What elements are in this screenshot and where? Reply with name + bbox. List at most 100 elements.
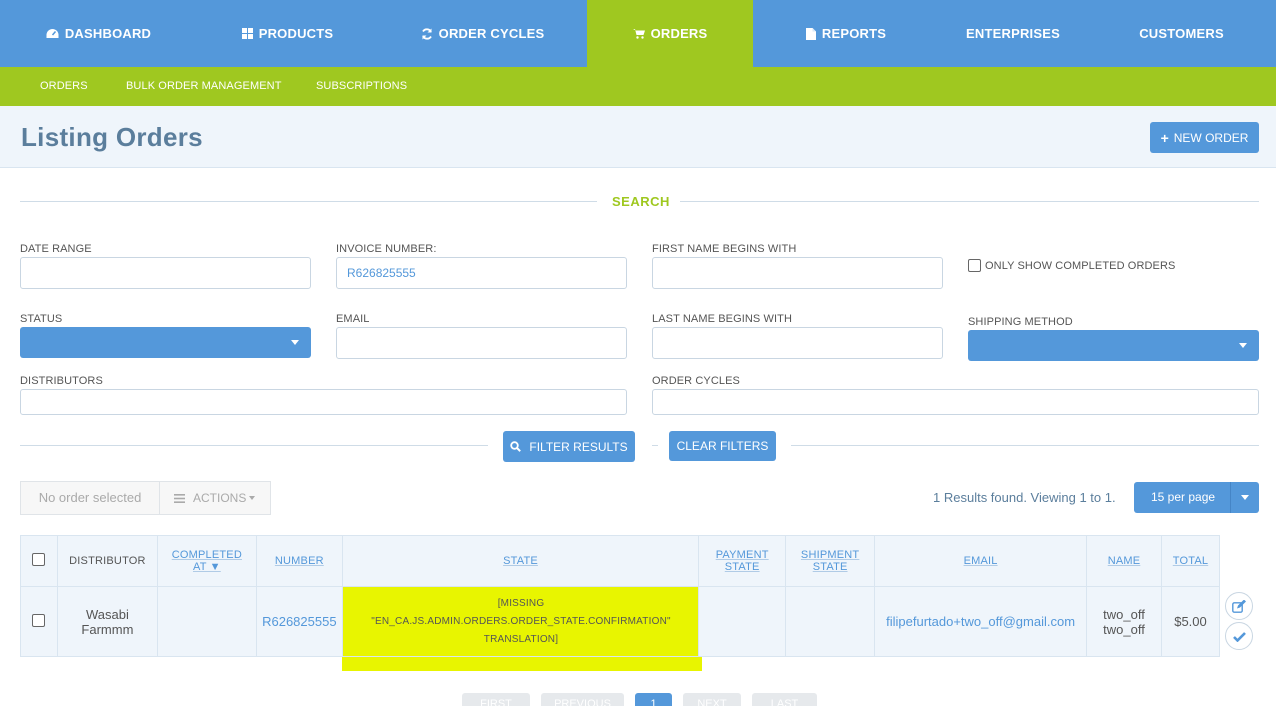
state-text: [MISSING "EN_CA.JS.ADMIN.ORDERS.ORDER_ST… bbox=[371, 598, 671, 645]
sub-nav: ORDERS BULK ORDER MANAGEMENT SUBSCRIPTIO… bbox=[0, 67, 1276, 106]
date-range-label: DATE RANGE bbox=[20, 243, 92, 255]
nav-orders-label: ORDERS bbox=[650, 26, 708, 41]
page-header: Listing Orders bbox=[0, 106, 1276, 168]
nav-enterprises[interactable]: ENTERPRISES bbox=[939, 0, 1087, 67]
cell-shipment-state bbox=[785, 586, 876, 657]
header-distributor: DISTRIBUTOR bbox=[56, 535, 158, 587]
new-order-button[interactable]: + NEW ORDER bbox=[1150, 122, 1259, 153]
status-select[interactable] bbox=[20, 327, 311, 358]
cell-total: $5.00 bbox=[1160, 586, 1221, 657]
only-completed-label: ONLY SHOW COMPLETED ORDERS bbox=[985, 260, 1176, 272]
last-name-input[interactable] bbox=[652, 327, 943, 359]
email-sort-link[interactable]: EMAIL bbox=[964, 555, 998, 567]
nav-order-cycles-label: ORDER CYCLES bbox=[438, 26, 545, 41]
cell-name: two_off two_off bbox=[1086, 586, 1162, 657]
filter-results-label: FILTER RESULTS bbox=[529, 439, 628, 454]
per-page-caret[interactable] bbox=[1230, 482, 1259, 513]
filter-divider-mid bbox=[652, 445, 658, 446]
cell-email[interactable]: filipefurtado+two_off@gmail.com bbox=[874, 586, 1088, 657]
subnav-subscriptions[interactable]: SUBSCRIPTIONS bbox=[316, 67, 407, 106]
search-divider-right bbox=[680, 201, 1259, 202]
edit-order-button[interactable] bbox=[1225, 592, 1253, 620]
filter-divider-right bbox=[791, 445, 1259, 446]
nav-reports-label: REPORTS bbox=[821, 26, 887, 41]
row-checkbox[interactable] bbox=[32, 613, 46, 627]
completed-at-sort-link[interactable]: COMPLETED AT ▼ bbox=[172, 549, 242, 573]
only-completed-checkbox[interactable] bbox=[968, 259, 981, 272]
nav-reports[interactable]: REPORTS bbox=[753, 0, 939, 67]
number-sort-link[interactable]: NUMBER bbox=[275, 555, 324, 567]
cart-icon bbox=[632, 28, 645, 39]
search-icon bbox=[510, 441, 522, 452]
pagination-next[interactable]: NEXT bbox=[683, 693, 741, 706]
header-shipment-state[interactable]: SHIPMENT STATE bbox=[785, 535, 876, 587]
header-select-all bbox=[20, 535, 58, 587]
invoice-number-input[interactable]: R626825555 bbox=[336, 257, 627, 289]
nav-dashboard[interactable]: DASHBOARD bbox=[0, 0, 197, 67]
page-title: Listing Orders bbox=[21, 122, 203, 152]
top-nav: DASHBOARD PRODUCTS ORDER CYCLES ORDERS R… bbox=[0, 0, 1276, 67]
per-page-label: 15 per page bbox=[1151, 490, 1216, 504]
nav-products-label: PRODUCTS bbox=[258, 26, 334, 41]
date-range-input[interactable] bbox=[20, 257, 311, 289]
state-sort-link[interactable]: STATE bbox=[503, 555, 538, 567]
invoice-number-label: INVOICE NUMBER: bbox=[336, 243, 437, 255]
subnav-orders[interactable]: ORDERS bbox=[40, 67, 88, 106]
nav-enterprises-label: ENTERPRISES bbox=[966, 26, 1060, 41]
subnav-bulk-order-management[interactable]: BULK ORDER MANAGEMENT bbox=[126, 67, 282, 106]
nav-customers[interactable]: CUSTOMERS bbox=[1087, 0, 1276, 67]
list-icon bbox=[174, 493, 185, 503]
order-cycles-label: ORDER CYCLES bbox=[652, 375, 740, 387]
first-name-input[interactable] bbox=[652, 257, 943, 289]
pagination-first[interactable]: FIRST bbox=[462, 693, 530, 706]
per-page-select[interactable]: 15 per page bbox=[1134, 482, 1259, 513]
refresh-icon bbox=[421, 27, 433, 40]
actions-dropdown[interactable]: ACTIONS bbox=[160, 482, 270, 514]
status-label: STATUS bbox=[20, 313, 63, 325]
payment-state-sort-link[interactable]: PAYMENT STATE bbox=[716, 549, 769, 573]
edit-icon bbox=[1232, 599, 1246, 613]
dashboard-icon bbox=[46, 28, 59, 39]
order-cycles-input[interactable] bbox=[652, 389, 1259, 415]
shipping-method-label: SHIPPING METHOD bbox=[968, 316, 1073, 328]
search-title: SEARCH bbox=[612, 194, 670, 209]
header-total[interactable]: TOTAL bbox=[1160, 535, 1221, 587]
filter-results-button[interactable]: FILTER RESULTS bbox=[503, 431, 635, 462]
search-divider-left bbox=[20, 201, 597, 202]
header-completed-at[interactable]: COMPLETED AT ▼ bbox=[156, 535, 257, 587]
pagination-current[interactable]: 1 bbox=[635, 693, 672, 706]
caret-down-icon bbox=[249, 496, 256, 500]
table-header-row: DISTRIBUTOR COMPLETED AT ▼ NUMBER STATE P… bbox=[20, 535, 1221, 587]
name-sort-link[interactable]: NAME bbox=[1108, 555, 1141, 567]
select-all-checkbox[interactable] bbox=[32, 553, 46, 566]
shipping-method-select[interactable] bbox=[968, 330, 1259, 361]
grid-icon bbox=[241, 28, 253, 39]
email-input[interactable] bbox=[336, 327, 627, 359]
header-name[interactable]: NAME bbox=[1086, 535, 1162, 587]
total-sort-link[interactable]: TOTAL bbox=[1173, 555, 1208, 567]
email-label: EMAIL bbox=[336, 313, 370, 325]
header-number[interactable]: NUMBER bbox=[255, 535, 343, 587]
header-payment-state[interactable]: PAYMENT STATE bbox=[698, 535, 787, 587]
pagination-previous[interactable]: PREVIOUS bbox=[541, 693, 624, 706]
header-state[interactable]: STATE bbox=[341, 535, 700, 587]
bulk-actions-bar: No order selected ACTIONS bbox=[20, 481, 271, 515]
cell-order-number[interactable]: R626825555 bbox=[255, 586, 343, 657]
nav-dashboard-label: DASHBOARD bbox=[64, 26, 152, 41]
nav-orders[interactable]: ORDERS bbox=[587, 0, 753, 67]
chevron-down-icon bbox=[291, 340, 299, 345]
shipment-state-sort-link[interactable]: SHIPMENT STATE bbox=[801, 549, 859, 573]
nav-order-cycles[interactable]: ORDER CYCLES bbox=[378, 0, 587, 67]
distributors-label: DISTRIBUTORS bbox=[20, 375, 103, 387]
new-order-label: NEW ORDER bbox=[1173, 130, 1249, 145]
last-name-label: LAST NAME BEGINS WITH bbox=[652, 313, 793, 325]
actions-label: ACTIONS bbox=[193, 491, 247, 505]
confirm-order-button[interactable] bbox=[1225, 622, 1253, 650]
file-icon bbox=[805, 27, 816, 40]
nav-products[interactable]: PRODUCTS bbox=[197, 0, 378, 67]
clear-filters-label: CLEAR FILTERS bbox=[676, 439, 769, 453]
pagination-last[interactable]: LAST bbox=[752, 693, 817, 706]
clear-filters-button[interactable]: CLEAR FILTERS bbox=[669, 431, 776, 461]
header-email[interactable]: EMAIL bbox=[874, 535, 1088, 587]
distributors-input[interactable] bbox=[20, 389, 627, 415]
